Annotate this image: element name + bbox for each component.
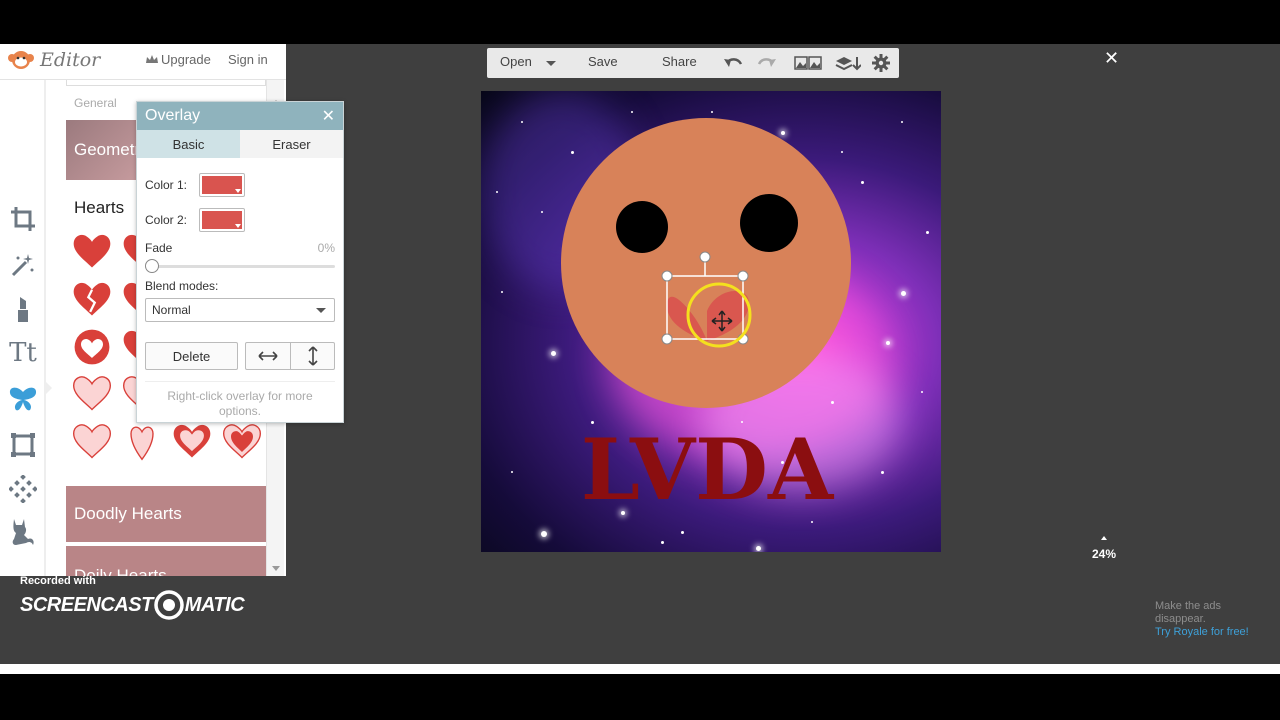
upgrade-label: Upgrade (161, 52, 211, 67)
resize-handle (661, 270, 673, 282)
rail-active-indicator (44, 380, 52, 396)
sign-in-link[interactable]: Sign in (228, 52, 268, 67)
library-search-box[interactable] (66, 80, 266, 86)
open-label: Open (500, 54, 532, 69)
color2-label: Color 2: (145, 213, 188, 227)
screencast-logo: SCREENCAST MATIC (20, 590, 245, 620)
blend-mode-select[interactable]: Normal (145, 298, 335, 322)
heart-sticker[interactable] (68, 370, 116, 416)
ads-notice: Make the ads disappear. Try Royale for f… (1155, 600, 1249, 639)
category-doodly-label: Doodly Hearts (74, 504, 182, 523)
image-collage-icon[interactable] (793, 54, 823, 72)
scroll-down-arrow[interactable] (272, 566, 280, 571)
heart-sticker[interactable] (68, 228, 116, 274)
chevron-down-icon (316, 308, 326, 313)
heart-sticker[interactable] (218, 418, 266, 464)
undo-icon[interactable] (723, 54, 743, 72)
frame-icon[interactable] (6, 428, 40, 462)
zoom-caret-up-icon[interactable] (1101, 536, 1107, 540)
royale-link[interactable]: Try Royale for free! (1155, 626, 1249, 638)
ads-text: Make the ads disappear. (1155, 600, 1222, 625)
fade-slider-track[interactable] (153, 265, 335, 268)
color1-swatch[interactable] (199, 173, 245, 197)
close-icon[interactable]: ✕ (1104, 48, 1119, 69)
delete-button[interactable]: Delete (145, 342, 238, 370)
face-circle (561, 118, 851, 408)
brand-left: SCREENCAST (20, 593, 153, 616)
open-button[interactable]: Open (500, 54, 532, 69)
flip-vertical-icon (307, 346, 318, 366)
text-icon[interactable]: Tt (6, 336, 40, 370)
texture-icon[interactable] (6, 472, 40, 506)
blend-modes-label: Blend modes: (145, 279, 219, 293)
overlay-tabs: Basic Eraser (137, 130, 343, 158)
category-doily-hearts[interactable]: Doily Hearts (66, 546, 266, 576)
crown-icon (146, 55, 158, 63)
blend-mode-value: Normal (152, 303, 191, 317)
tab-basic[interactable]: Basic (137, 130, 240, 158)
category-doodly-hearts[interactable]: Doodly Hearts (66, 486, 266, 542)
gear-icon[interactable] (871, 54, 891, 72)
crop-icon[interactable] (6, 202, 40, 236)
redo-icon[interactable] (757, 54, 777, 72)
overlay-hint: Right-click overlay for more options. (167, 389, 313, 418)
overlay-dialog-title: Overlay (145, 107, 201, 124)
dialog-divider (145, 381, 335, 382)
heart-sticker[interactable] (68, 276, 116, 322)
monkey-logo-icon (8, 51, 34, 69)
right-eye (740, 194, 798, 252)
top-bar: Editor Upgrade Sign in (0, 44, 286, 80)
flip-horizontal-icon (258, 351, 278, 361)
color1-fill (202, 176, 242, 194)
tab-eraser[interactable]: Eraser (240, 130, 343, 158)
share-button[interactable]: Share (662, 54, 697, 69)
overlay-dialog-header: Overlay ✕ (137, 102, 343, 130)
photo-canvas[interactable]: LVDA (481, 91, 941, 552)
recorded-with-label: Recorded with (20, 575, 96, 587)
video-frame: Editor Upgrade Sign in Tt General Geomet… (0, 0, 1280, 720)
flip-horizontal-button[interactable] (245, 342, 291, 370)
resize-handle (737, 270, 749, 282)
screencast-o-icon (154, 590, 184, 620)
canvas-toolbar: Open Save Share (487, 48, 899, 78)
resize-handle (661, 333, 673, 345)
upgrade-link[interactable]: Upgrade (146, 52, 211, 67)
brand-right: MATIC (184, 593, 245, 616)
lipstick-icon[interactable] (6, 292, 40, 326)
layers-icon[interactable] (835, 54, 861, 72)
hearts-section-title: Hearts (74, 198, 125, 217)
cat-icon[interactable] (6, 514, 40, 548)
logo[interactable]: Editor (6, 48, 100, 72)
fade-label: Fade (145, 241, 173, 255)
heart-sticker[interactable] (168, 418, 216, 464)
chevron-down-icon[interactable] (546, 61, 556, 66)
canvas-artwork: LVDA (561, 118, 851, 519)
color2-swatch[interactable] (199, 208, 245, 232)
tool-rail: Tt (0, 80, 52, 576)
video-bottom-bar (0, 664, 1280, 674)
save-button[interactable]: Save (588, 54, 618, 69)
overlay-dialog: Overlay ✕ Basic Eraser Color 1: Color 2:… (136, 101, 344, 423)
heart-sticker[interactable] (68, 324, 116, 370)
canvas-title-text: LVDA (581, 420, 835, 519)
fade-slider-knob[interactable] (145, 259, 159, 273)
close-icon[interactable]: ✕ (322, 106, 335, 126)
heart-sticker[interactable] (118, 418, 166, 464)
rotate-handle (699, 251, 711, 263)
magic-wand-icon[interactable] (6, 248, 40, 282)
app-title: Editor (40, 49, 101, 71)
zoom-level[interactable]: 24% (1092, 547, 1116, 561)
editor-app: Editor Upgrade Sign in Tt General Geomet… (0, 44, 1280, 664)
fade-value: 0% (317, 241, 335, 255)
color1-label: Color 1: (145, 178, 188, 192)
flip-vertical-button[interactable] (290, 342, 335, 370)
butterfly-icon[interactable] (6, 382, 40, 416)
heart-sticker[interactable] (68, 418, 116, 464)
library-general-label: General (74, 96, 117, 110)
left-eye (616, 201, 668, 253)
color2-fill (202, 211, 242, 229)
